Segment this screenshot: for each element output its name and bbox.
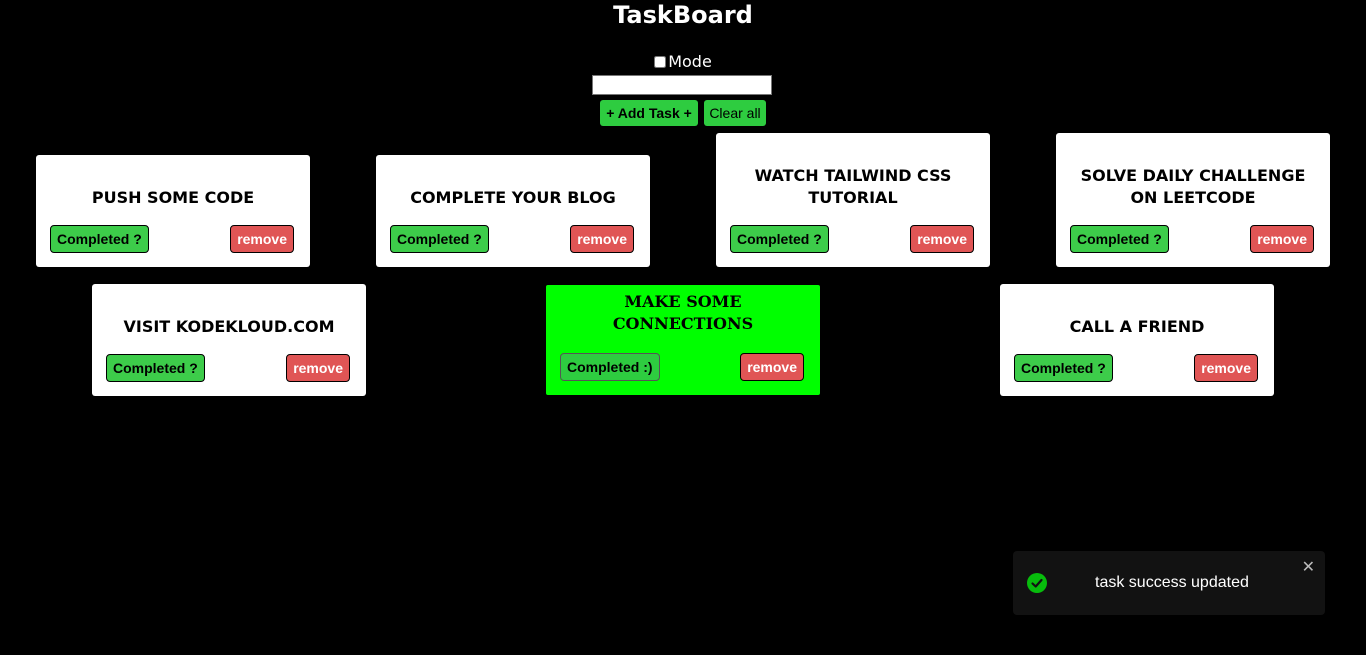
task-card: complete your blog Completed ? remove	[376, 155, 650, 267]
taskboard-app: TaskBoard Mode + Add Task + Clear all pu…	[0, 0, 1366, 655]
task-card: push some code Completed ? remove	[36, 155, 310, 267]
check-circle-icon	[1027, 573, 1047, 593]
task-title: call a friend	[1069, 317, 1205, 336]
close-icon[interactable]: ✕	[1302, 557, 1315, 577]
toast-notification: task success updated ✕	[1013, 551, 1325, 615]
task-card: call a friend Completed ? remove	[1000, 284, 1274, 396]
task-input[interactable]	[592, 75, 772, 95]
complete-toggle-button[interactable]: Completed ?	[390, 225, 489, 253]
clear-all-button[interactable]: Clear all	[704, 100, 766, 126]
task-card-completed: make some connections Completed :) remov…	[546, 285, 820, 395]
remove-task-button[interactable]: remove	[910, 225, 974, 253]
remove-task-button[interactable]: remove	[230, 225, 294, 253]
task-title: push some code	[91, 188, 255, 207]
remove-task-button[interactable]: remove	[1194, 354, 1258, 382]
mode-label: Mode	[668, 52, 712, 71]
complete-toggle-button[interactable]: Completed ?	[50, 225, 149, 253]
complete-toggle-button[interactable]: Completed :)	[560, 353, 660, 381]
task-card: watch tailwind css tutorial Completed ? …	[716, 133, 990, 267]
remove-task-button[interactable]: remove	[570, 225, 634, 253]
complete-toggle-button[interactable]: Completed ?	[730, 225, 829, 253]
complete-toggle-button[interactable]: Completed ?	[106, 354, 205, 382]
page-title: TaskBoard	[613, 1, 753, 29]
task-title: make some connections	[612, 292, 754, 333]
task-title: watch tailwind css tutorial	[754, 166, 952, 207]
task-card: solve daily challenge on leetcode Comple…	[1056, 133, 1330, 267]
remove-task-button[interactable]: remove	[1250, 225, 1314, 253]
task-title: visit kodekloud.com	[123, 317, 335, 336]
remove-task-button[interactable]: remove	[286, 354, 350, 382]
mode-toggle-row: Mode	[0, 52, 1366, 72]
toast-message: task success updated	[1095, 574, 1249, 591]
add-task-button[interactable]: + Add Task +	[600, 100, 698, 126]
complete-toggle-button[interactable]: Completed ?	[1070, 225, 1169, 253]
task-title: solve daily challenge on leetcode	[1080, 166, 1306, 207]
task-title: complete your blog	[410, 188, 616, 207]
remove-task-button[interactable]: remove	[740, 353, 804, 381]
complete-toggle-button[interactable]: Completed ?	[1014, 354, 1113, 382]
mode-checkbox[interactable]	[654, 56, 667, 68]
task-card: visit kodekloud.com Completed ? remove	[92, 284, 366, 396]
